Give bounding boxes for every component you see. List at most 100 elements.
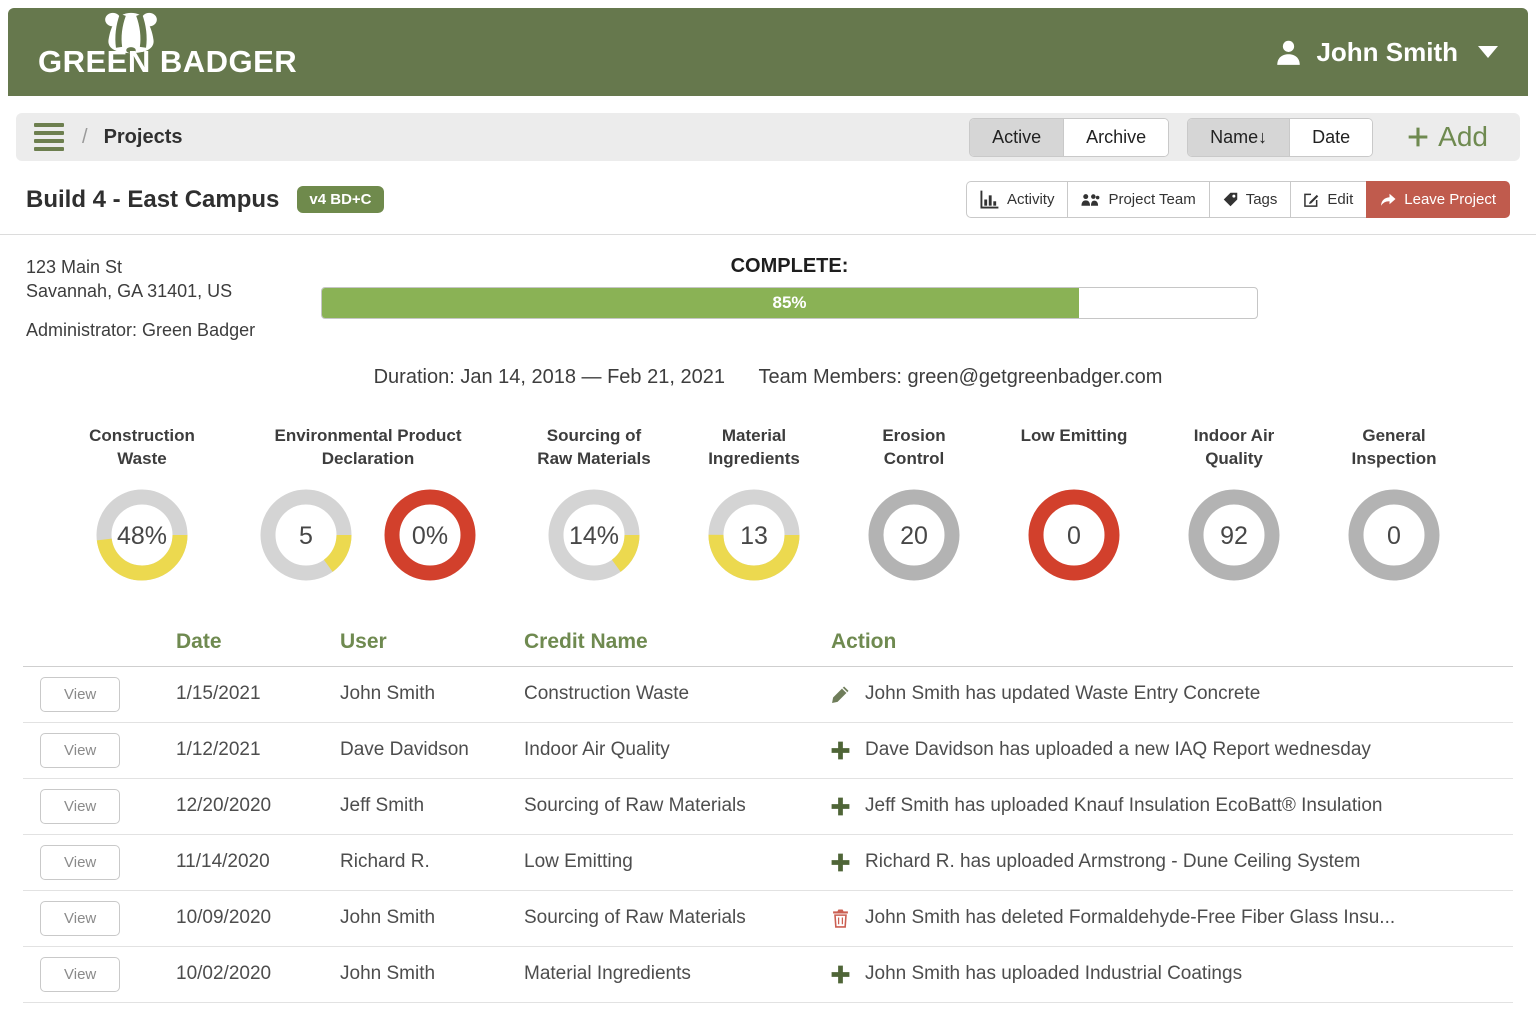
add-button-label: Add	[1438, 121, 1488, 152]
edit-button[interactable]: Edit	[1290, 181, 1367, 218]
view-button[interactable]: View	[40, 844, 121, 880]
gauge-donuts: 92	[1172, 487, 1296, 588]
plus-icon	[831, 853, 850, 872]
row-credit-name: Sourcing of Raw Materials	[524, 907, 746, 929]
donut-value: 20	[900, 522, 928, 550]
gauge-donut[interactable]: 20	[866, 487, 962, 588]
brand-name: GREEN BADGER	[38, 44, 298, 79]
gauge-label: Indoor Air Quality	[1193, 425, 1275, 468]
gauge-group: Low Emitting 0	[1012, 425, 1136, 588]
gauge-donut[interactable]: 14%	[546, 487, 642, 588]
chevron-down-icon	[1478, 46, 1498, 58]
row-date: 1/12/2021	[176, 739, 261, 761]
breadcrumb-separator: /	[82, 125, 88, 148]
gauge-donut[interactable]: 92	[1186, 487, 1282, 588]
donut-value: 5	[299, 522, 313, 550]
gauge-group: Erosion Control 20	[852, 425, 976, 588]
gauge-label: Material Ingredients	[708, 425, 800, 468]
sort-by-name-button[interactable]: Name↓	[1188, 118, 1290, 156]
gauge-donut[interactable]: 0	[1026, 487, 1122, 588]
breadcrumb[interactable]: Projects	[104, 126, 183, 149]
donut-ring: 13	[708, 489, 800, 581]
gauge-donut[interactable]: 48%	[94, 487, 190, 588]
table-row: View 11/14/2020 Richard R. Low Emitting …	[23, 835, 1513, 891]
duration-text: Duration: Jan 14, 2018 — Feb 21, 2021	[373, 365, 725, 388]
gauge-donut[interactable]: 5	[258, 487, 354, 588]
row-user: John Smith	[340, 963, 436, 985]
donut-ring: 0	[1348, 489, 1440, 581]
row-user: John Smith	[340, 683, 436, 705]
active-filter-button[interactable]: Active	[970, 118, 1064, 156]
address-block: 123 Main St Savannah, GA 31401, US Admin…	[26, 255, 321, 342]
tags-button[interactable]: Tags	[1208, 181, 1291, 218]
donut-ring: 0%	[384, 489, 476, 581]
tags-button-label: Tags	[1245, 191, 1278, 208]
row-action-text: John Smith has updated Waste Entry Concr…	[865, 683, 1261, 705]
row-credit-name: Construction Waste	[524, 683, 690, 705]
view-button[interactable]: View	[40, 788, 121, 824]
plus-icon	[831, 797, 850, 816]
row-action: Jeff Smith has uploaded Knauf Insulation…	[831, 795, 1513, 817]
edit-button-label: Edit	[1327, 191, 1354, 208]
gauge-donut[interactable]: 0	[1346, 487, 1442, 588]
user-menu[interactable]: John Smith	[1275, 37, 1498, 68]
project-title: Build 4 - East Campus	[26, 185, 280, 213]
gauge-group: Construction Waste 48%	[80, 425, 204, 588]
table-row: View 10/02/2020 John Smith Material Ingr…	[23, 947, 1513, 1003]
plus-icon	[831, 741, 850, 760]
gauge-donut[interactable]: 13	[706, 487, 802, 588]
add-project-button[interactable]: Add	[1391, 121, 1504, 153]
archive-filter-button[interactable]: Archive	[1063, 118, 1169, 156]
row-credit-name: Material Ingredients	[524, 963, 691, 985]
user-name: John Smith	[1316, 36, 1458, 67]
gauge-label: Environmental Product Declaration	[274, 425, 462, 468]
gauge-label: Low Emitting	[1020, 425, 1128, 445]
row-action: John Smith has updated Waste Entry Concr…	[831, 683, 1513, 705]
table-header-row: Date User Credit Name Action	[23, 630, 1513, 667]
row-date: 10/09/2020	[176, 907, 272, 929]
donut-ring: 48%	[96, 489, 188, 581]
gauge-row: Construction Waste 48% Environmental Pro…	[0, 425, 1536, 588]
view-cell: View	[23, 956, 176, 992]
donut-value: 0	[1067, 522, 1081, 550]
project-team-button[interactable]: Project Team	[1067, 181, 1209, 218]
trash-icon	[833, 909, 848, 928]
gauge-donuts: 14%	[532, 487, 656, 588]
gauge-label: General Inspection	[1351, 425, 1437, 468]
project-actions: Activity Project Team Tags Edit Leave Pr…	[965, 181, 1510, 218]
view-cell: View	[23, 732, 176, 768]
view-cell: View	[23, 676, 176, 712]
hamburger-icon[interactable]	[32, 119, 66, 155]
gauge-donut[interactable]: 0%	[382, 487, 478, 588]
view-button[interactable]: View	[40, 900, 121, 936]
table-row: View 1/12/2021 Dave Davidson Indoor Air …	[23, 723, 1513, 779]
table-body: View 1/15/2021 John Smith Construction W…	[23, 667, 1513, 1003]
activity-button-label: Activity	[1006, 191, 1055, 208]
gauge-group: General Inspection 0	[1332, 425, 1456, 588]
row-date: 12/20/2020	[176, 795, 272, 817]
leave-project-button[interactable]: Leave Project	[1366, 181, 1510, 218]
view-button[interactable]: View	[40, 732, 121, 768]
toolbar: / Projects Active Archive Name↓ Date Add	[16, 113, 1520, 161]
project-team-button-label: Project Team	[1108, 191, 1196, 208]
address-line-1: 123 Main St	[26, 257, 123, 277]
progress-value: 85%	[772, 293, 807, 312]
gauge-donuts: 13	[692, 487, 816, 588]
view-button[interactable]: View	[40, 956, 121, 992]
donut-ring: 20	[868, 489, 960, 581]
gauge-donuts: 0	[1012, 487, 1136, 588]
view-button[interactable]: View	[40, 676, 121, 712]
row-action: Richard R. has uploaded Armstrong - Dune…	[831, 851, 1513, 873]
gauge-group: Indoor Air Quality 92	[1172, 425, 1296, 588]
row-date: 10/02/2020	[176, 963, 272, 985]
sort-by-date-button[interactable]: Date	[1289, 118, 1373, 156]
activity-button[interactable]: Activity	[965, 181, 1068, 218]
gauge-donuts: 48%	[80, 487, 204, 588]
plus-icon	[831, 965, 850, 984]
row-action: Dave Davidson has uploaded a new IAQ Rep…	[831, 739, 1513, 761]
duration-line: Duration: Jan 14, 2018 — Feb 21, 2021 Te…	[0, 366, 1536, 389]
gauge-donuts: 20	[852, 487, 976, 588]
gauge-group: Environmental Product Declaration 5 0%	[240, 425, 496, 588]
row-action-text: Jeff Smith has uploaded Knauf Insulation…	[865, 795, 1383, 817]
progress-block: COMPLETE: 85%	[321, 255, 1258, 342]
